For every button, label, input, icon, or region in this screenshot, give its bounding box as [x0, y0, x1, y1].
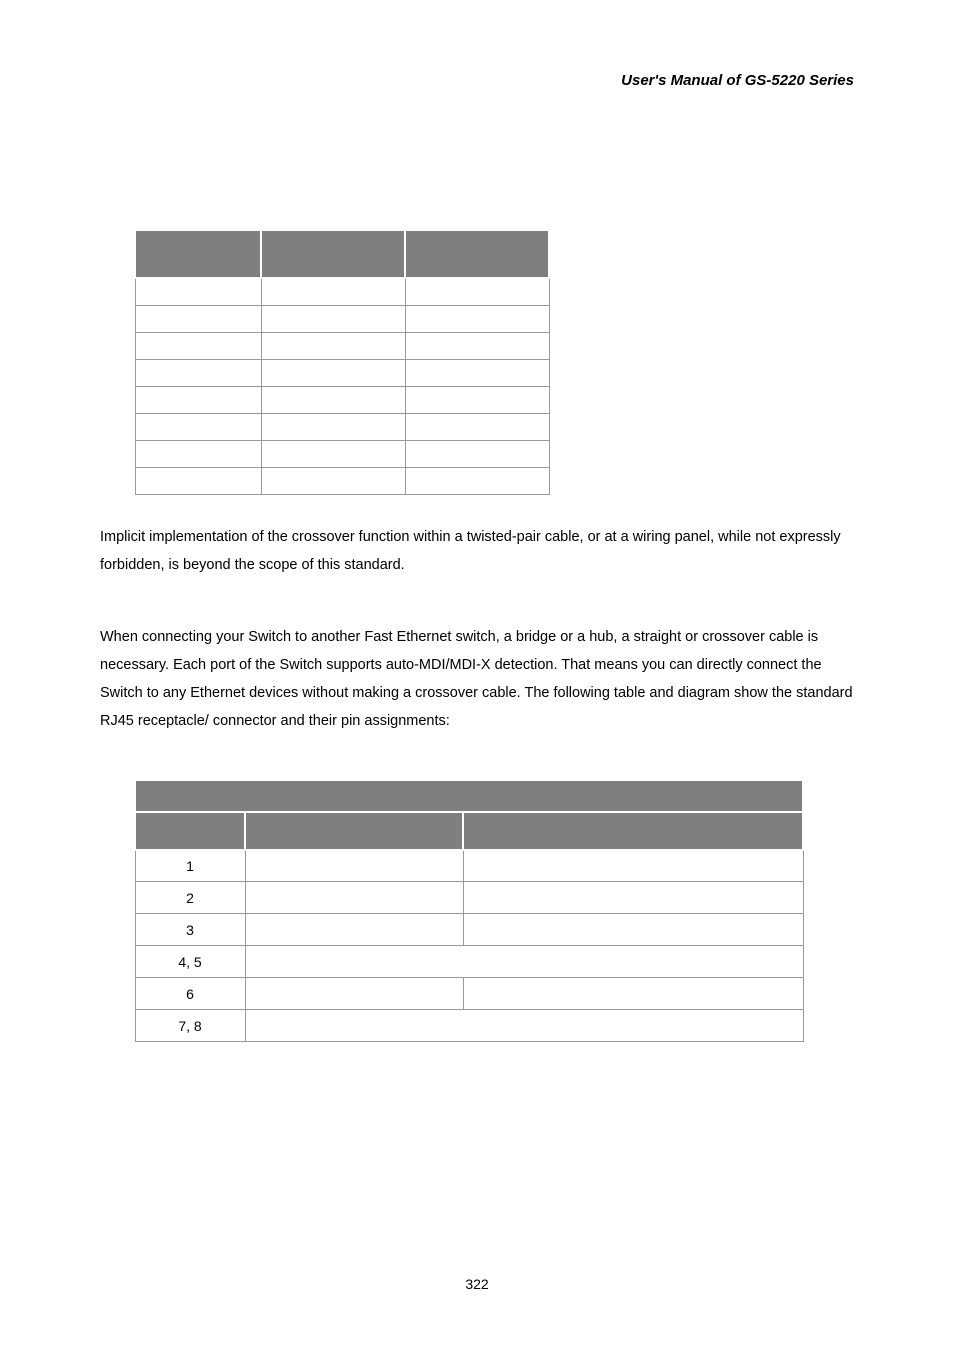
table1-cell [135, 359, 261, 386]
table1-cell [261, 467, 405, 494]
table1-cell [135, 305, 261, 332]
table2-cell [245, 914, 463, 946]
table-mdi-crossover [134, 229, 550, 495]
paragraph-crossover-note: Implicit implementation of the crossover… [100, 523, 854, 579]
table1-cell [405, 305, 549, 332]
page-number: 322 [0, 1276, 954, 1292]
table1-cell [135, 440, 261, 467]
table1-cell [261, 305, 405, 332]
table2-cell [245, 882, 463, 914]
table2-cell [245, 946, 803, 978]
page-header: User's Manual of GS-5220 Series [100, 72, 854, 89]
table1-header-col1 [135, 230, 261, 278]
table1-header-col2 [261, 230, 405, 278]
table2-header-top [135, 780, 803, 812]
table1-cell [135, 278, 261, 305]
table1-header-col3 [405, 230, 549, 278]
table1-cell [405, 332, 549, 359]
table2-cell [463, 850, 803, 882]
table-pin-assignments: 1 2 3 4, 5 6 7, 8 [134, 779, 804, 1043]
table2-cell [463, 882, 803, 914]
table2-cell [245, 850, 463, 882]
table1-cell [405, 359, 549, 386]
table2-cell [463, 914, 803, 946]
table1-cell [405, 413, 549, 440]
table1-cell [261, 386, 405, 413]
table2-cell [245, 1010, 803, 1042]
table1-cell [405, 386, 549, 413]
table1-cell [261, 413, 405, 440]
table2-header-pin [135, 812, 245, 850]
table2-pin-cell: 3 [135, 914, 245, 946]
table1-cell [261, 440, 405, 467]
table2-header-col3 [463, 812, 803, 850]
paragraph-mdi-detection: When connecting your Switch to another F… [100, 623, 854, 735]
table1-cell [135, 413, 261, 440]
table2-pin-cell: 6 [135, 978, 245, 1010]
table2-cell [463, 978, 803, 1010]
table1-cell [261, 359, 405, 386]
table1-cell [135, 467, 261, 494]
table1-cell [261, 278, 405, 305]
table1-cell [405, 467, 549, 494]
table2-pin-cell: 2 [135, 882, 245, 914]
table2-cell [245, 978, 463, 1010]
table2-pin-cell: 1 [135, 850, 245, 882]
table1-cell [405, 440, 549, 467]
table1-cell [135, 386, 261, 413]
table2-pin-cell: 4, 5 [135, 946, 245, 978]
table1-cell [261, 332, 405, 359]
table1-cell [405, 278, 549, 305]
table2-pin-cell: 7, 8 [135, 1010, 245, 1042]
table2-header-col2 [245, 812, 463, 850]
table1-cell [135, 332, 261, 359]
